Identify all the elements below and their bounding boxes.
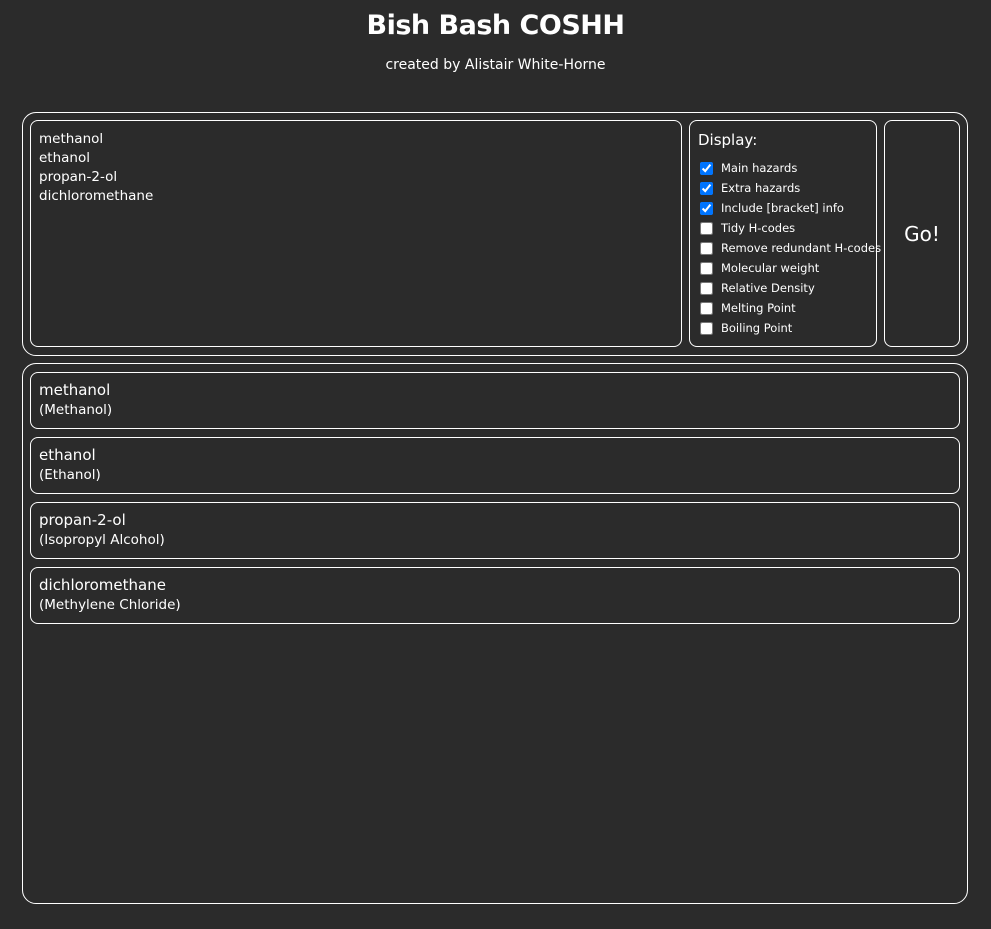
option-label: Main hazards: [721, 161, 798, 175]
result-card: ethanol (Ethanol): [30, 437, 960, 494]
result-common-name: (Ethanol): [39, 467, 101, 483]
option-extra-hazards[interactable]: Extra hazards: [700, 181, 800, 195]
option-label: Boiling Point: [721, 321, 793, 335]
result-chemical-name: dichloromethane: [39, 576, 166, 594]
result-card: methanol (Methanol): [30, 372, 960, 429]
option-molecular-weight[interactable]: Molecular weight: [700, 261, 819, 275]
option-label: Include [bracket] info: [721, 201, 844, 215]
go-button[interactable]: Go!: [884, 120, 960, 347]
page-subtitle: created by Alistair White-Horne: [385, 57, 606, 73]
main-hazards-checkbox[interactable]: [700, 161, 713, 175]
relative-density-checkbox[interactable]: [700, 281, 713, 295]
result-common-name: (Methylene Chloride): [39, 597, 181, 613]
page-title: Bish Bash COSHH: [366, 10, 625, 41]
remove-redundant-h-codes-checkbox[interactable]: [700, 241, 713, 255]
option-relative-density[interactable]: Relative Density: [700, 281, 815, 295]
option-label: Extra hazards: [721, 181, 801, 195]
option-tidy-h-codes[interactable]: Tidy H-codes: [700, 221, 795, 235]
boiling-point-checkbox[interactable]: [700, 321, 713, 335]
include-bracket-info-checkbox[interactable]: [700, 201, 713, 215]
result-chemical-name: ethanol: [39, 446, 96, 464]
result-common-name: (Isopropyl Alcohol): [39, 532, 165, 548]
option-boiling-point[interactable]: Boiling Point: [700, 321, 792, 335]
result-chemical-name: propan-2-ol: [39, 511, 126, 529]
option-label: Remove redundant H-codes: [721, 241, 882, 255]
result-common-name: (Methanol): [39, 402, 113, 418]
option-main-hazards[interactable]: Main hazards: [700, 161, 797, 175]
option-label: Molecular weight: [721, 261, 820, 275]
option-melting-point[interactable]: Melting Point: [700, 301, 796, 315]
extra-hazards-checkbox[interactable]: [700, 181, 713, 195]
option-include-bracket-info[interactable]: Include [bracket] info: [700, 201, 844, 215]
option-label: Melting Point: [721, 301, 796, 315]
option-label: Relative Density: [721, 281, 815, 295]
result-card: dichloromethane (Methylene Chloride): [30, 567, 960, 624]
option-remove-redundant-h-codes[interactable]: Remove redundant H-codes: [700, 241, 881, 255]
option-label: Tidy H-codes: [721, 221, 796, 235]
melting-point-checkbox[interactable]: [700, 301, 713, 315]
display-options-panel: Display: Main hazards Extra hazards Incl…: [689, 120, 881, 347]
result-chemical-name: methanol: [39, 381, 111, 399]
result-card: propan-2-ol (Isopropyl Alcohol): [30, 502, 960, 559]
display-options-label: Display:: [698, 131, 758, 149]
chemical-list-input[interactable]: [30, 120, 682, 347]
tidy-h-codes-checkbox[interactable]: [700, 221, 713, 235]
molecular-weight-checkbox[interactable]: [700, 261, 713, 275]
